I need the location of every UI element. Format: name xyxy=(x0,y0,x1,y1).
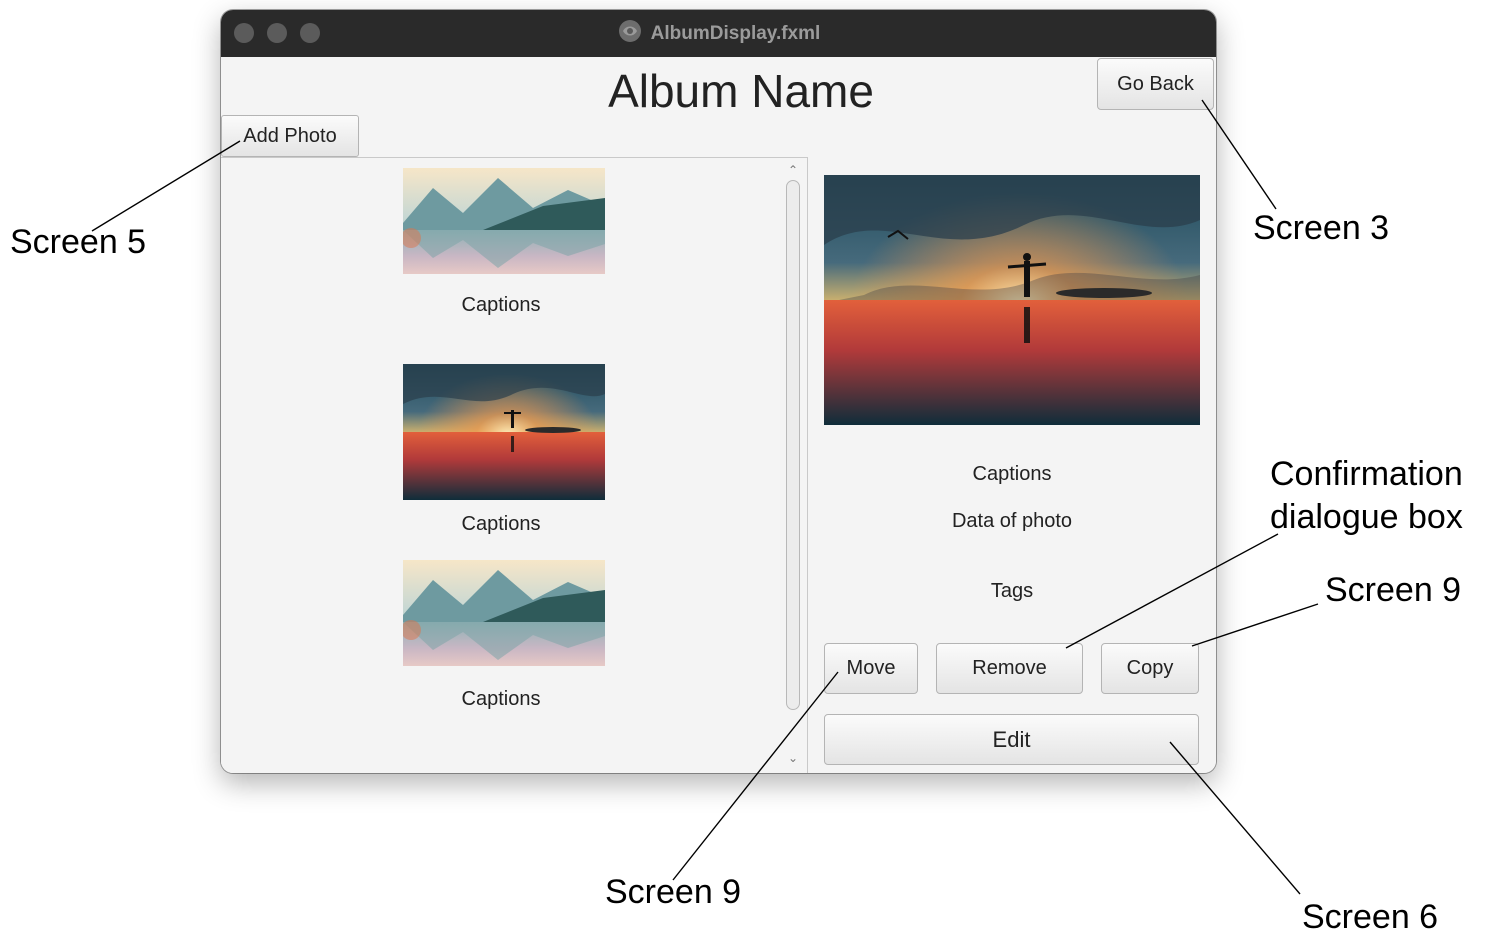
chevron-up-icon[interactable]: ⌃ xyxy=(788,164,798,176)
annotation-confirmation-line2: dialogue box xyxy=(1270,498,1463,536)
annotation-screen9-move: Screen 9 xyxy=(605,873,742,911)
chevron-down-icon[interactable]: ⌄ xyxy=(788,752,798,764)
window-title: AlbumDisplay.fxml xyxy=(650,22,821,44)
selected-photo-caption: Captions xyxy=(972,463,1052,485)
annotation-screen3: Screen 3 xyxy=(1253,209,1390,247)
selected-photo-date: Data of photo xyxy=(951,510,1073,532)
photo-caption: Captions xyxy=(461,294,541,316)
annotation-screen6: Screen 6 xyxy=(1302,898,1439,936)
move-button[interactable]: Move xyxy=(824,643,918,694)
selected-photo-tags: Tags xyxy=(990,580,1034,602)
javafx-app-icon xyxy=(617,18,643,50)
photo-thumbnail[interactable] xyxy=(403,168,605,274)
app-window: AlbumDisplay.fxml Album Name Go Back Add… xyxy=(221,10,1216,773)
scrollbar-thumb[interactable] xyxy=(786,180,800,710)
photo-thumbnail[interactable] xyxy=(403,364,605,500)
photo-thumbnail[interactable] xyxy=(403,560,605,666)
photo-list[interactable]: Captions Captions Captions ⌃ ⌄ xyxy=(221,157,808,773)
vertical-scrollbar[interactable]: ⌃ ⌄ xyxy=(782,158,806,773)
go-back-button[interactable]: Go Back xyxy=(1097,58,1214,110)
annotation-confirmation-line1: Confirmation xyxy=(1270,455,1463,493)
annotation-screen5: Screen 5 xyxy=(10,223,147,261)
annotation-screen9-copy: Screen 9 xyxy=(1325,571,1462,609)
edit-button[interactable]: Edit xyxy=(824,714,1199,765)
selected-photo-preview xyxy=(824,175,1200,425)
copy-button[interactable]: Copy xyxy=(1101,643,1199,694)
title-bar: AlbumDisplay.fxml xyxy=(221,10,1216,57)
add-photo-button[interactable]: Add Photo xyxy=(221,115,359,157)
remove-button[interactable]: Remove xyxy=(936,643,1083,694)
leader-line-screen5 xyxy=(91,140,241,232)
window-title-group: AlbumDisplay.fxml xyxy=(221,10,1216,57)
photo-caption: Captions xyxy=(461,688,541,710)
album-name-heading: Album Name xyxy=(608,65,874,117)
album-display-content: Album Name Go Back Add Photo Captions Ca… xyxy=(221,57,1216,773)
photo-caption: Captions xyxy=(461,513,541,535)
